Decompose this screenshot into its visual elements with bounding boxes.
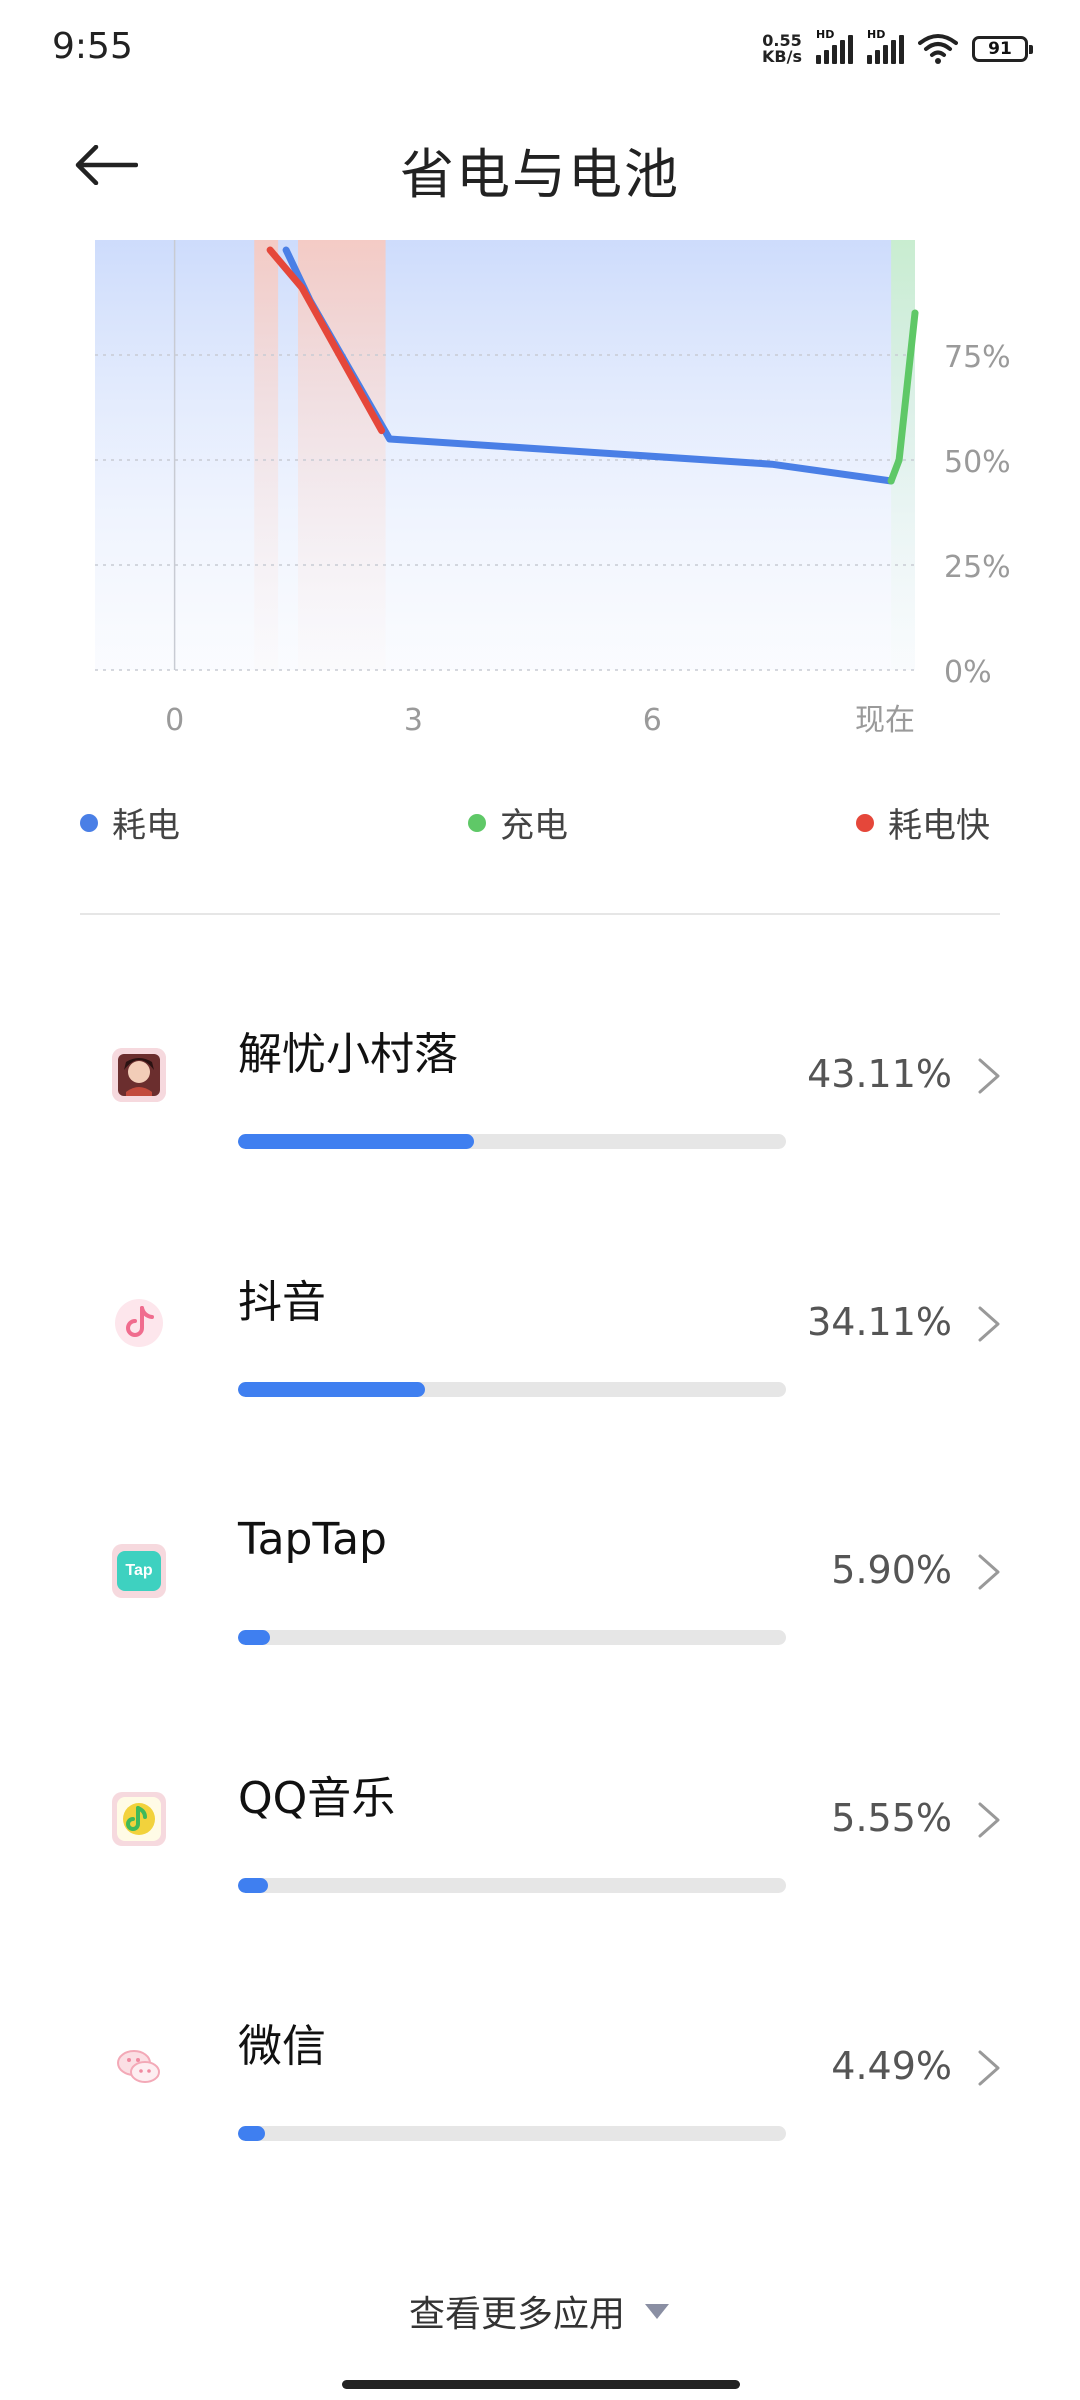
usage-bar (238, 1134, 786, 1149)
app-percent: 5.55% (831, 1796, 952, 1840)
triangle-down-icon (645, 2304, 669, 2319)
app-name: TapTap (238, 1514, 387, 1565)
game-avatar-icon (112, 1048, 166, 1102)
y-tick-label: 25% (944, 550, 1011, 585)
taptap-icon-text: Tap (117, 1551, 161, 1591)
chevron-right-icon (978, 2050, 1000, 2086)
x-tick-label: 6 (643, 703, 662, 738)
app-percent: 43.11% (807, 1052, 952, 1096)
chevron-right-icon (978, 1306, 1000, 1342)
status-time: 9:55 (52, 26, 133, 67)
x-tick-label: 现在 (855, 703, 915, 738)
legend-dot-red (856, 813, 874, 832)
chevron-right-icon (978, 1802, 1000, 1838)
app-percent: 5.90% (831, 1548, 952, 1592)
legend-dot-blue (80, 813, 98, 832)
douyin-icon (112, 1296, 166, 1350)
usage-bar-fill (238, 1134, 475, 1149)
y-tick-label: 0% (944, 655, 992, 690)
app-row-jieyou[interactable]: 解忧小村落 43.11% (0, 1000, 1080, 1200)
battery-chart-svg: 75% 50% 25% 0% 0 3 6 现在 (95, 240, 1011, 738)
header: 省电与电池 (0, 100, 1080, 230)
app-row-wechat[interactable]: 微信 4.49% (0, 1992, 1080, 2192)
wechat-icon (112, 2040, 166, 2094)
app-name: 抖音 (238, 1277, 326, 1328)
legend-item-charge: 充电 (468, 798, 568, 847)
view-more-apps-label: 查看更多应用 (408, 2294, 625, 2335)
sim2-hd-label: HD (867, 28, 886, 41)
divider (80, 913, 1000, 915)
legend-item-drain: 耗电 (80, 798, 180, 847)
usage-bar (238, 1630, 786, 1645)
battery-level: 91 (988, 39, 1012, 59)
battery-icon: 91 (972, 36, 1033, 62)
y-tick-label: 50% (944, 445, 1011, 480)
usage-bar-fill (238, 1382, 425, 1397)
usage-bar-fill (238, 1630, 271, 1645)
x-tick-label: 0 (165, 703, 184, 738)
usage-bar (238, 1878, 786, 1893)
app-name: QQ音乐 (238, 1773, 396, 1824)
home-indicator (342, 2380, 740, 2389)
usage-bar-fill (238, 1878, 269, 1893)
app-percent: 34.11% (807, 1300, 952, 1344)
app-row-qqmusic[interactable]: QQ音乐 5.55% (0, 1744, 1080, 1944)
legend-label-fast-drain: 耗电快 (888, 806, 990, 846)
usage-bar (238, 2126, 786, 2141)
legend-label-charge: 充电 (500, 806, 568, 846)
legend-item-fast-drain: 耗电快 (856, 798, 990, 847)
chevron-right-icon (978, 1554, 1000, 1590)
battery-chart: 75% 50% 25% 0% 0 3 6 现在 (0, 230, 1080, 750)
view-more-apps-button[interactable]: 查看更多应用 (0, 2285, 1080, 2337)
status-bar: 9:55 0.55 KB/s HD HD 91 (0, 0, 1080, 96)
chart-background (95, 240, 915, 670)
network-speed-unit: KB/s (762, 47, 802, 66)
legend-dot-green (468, 813, 486, 832)
usage-bar (238, 1382, 786, 1397)
network-speed: 0.55 KB/s (762, 33, 802, 65)
status-icons: 0.55 KB/s HD HD 91 (762, 24, 1033, 74)
taptap-icon: Tap (112, 1544, 166, 1598)
app-row-taptap[interactable]: Tap TapTap 5.90% (0, 1496, 1080, 1696)
chart-legend: 耗电 充电 耗电快 (0, 790, 1080, 850)
signal-icon-sim2: HD (867, 28, 904, 64)
app-percent: 4.49% (831, 2044, 952, 2088)
qq-music-icon (112, 1792, 166, 1846)
x-tick-label: 3 (404, 703, 423, 738)
chevron-right-icon (978, 1058, 1000, 1094)
sim1-hd-label: HD (816, 28, 835, 41)
fast-drain-band (254, 240, 279, 670)
y-tick-label: 75% (944, 340, 1011, 375)
signal-icon-sim1: HD (816, 28, 853, 64)
app-row-douyin[interactable]: 抖音 34.11% (0, 1248, 1080, 1448)
app-name: 解忧小村落 (238, 1029, 458, 1080)
app-name: 微信 (238, 2021, 326, 2072)
wifi-icon (918, 34, 958, 64)
page-title: 省电与电池 (400, 143, 680, 206)
legend-label-drain: 耗电 (112, 806, 180, 846)
usage-bar-fill (238, 2126, 266, 2141)
